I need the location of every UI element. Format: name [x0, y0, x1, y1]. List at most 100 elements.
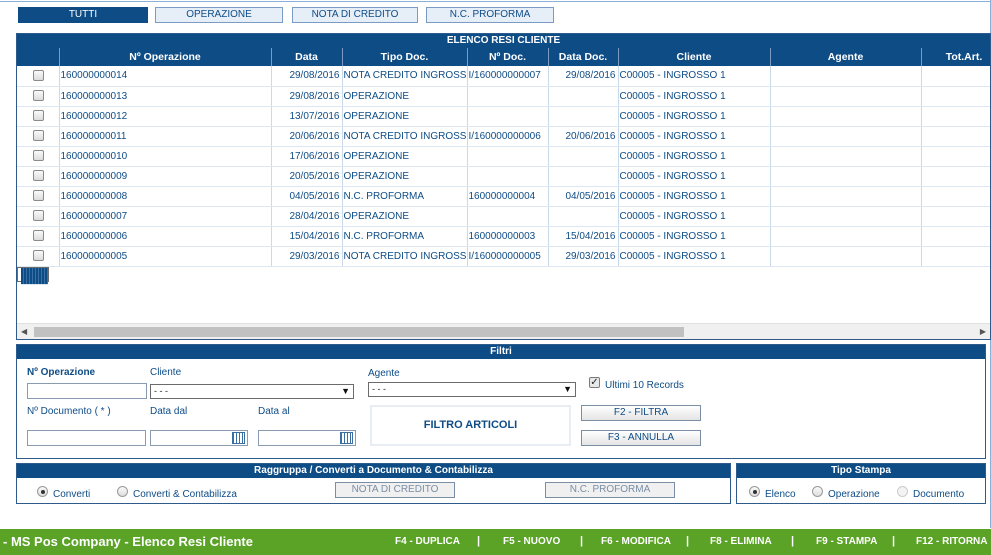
annulla-button[interactable]: F3 - ANNULLA [581, 430, 701, 446]
num-operazione-cell: 160000000014 [59, 66, 272, 87]
data-doc-cell [548, 206, 619, 227]
page: { "tabs": ["TUTTI", "OPERAZIONE", "NOTA … [0, 0, 991, 555]
nc-proforma-button[interactable]: N.C. PROFORMA [545, 482, 675, 498]
row-checkbox[interactable] [33, 110, 44, 122]
operazione-radio[interactable] [812, 486, 823, 497]
num-documento-label: Nº Documento ( * ) [27, 406, 111, 417]
agente-select[interactable]: - - - ▼ [368, 382, 576, 397]
table-row[interactable]: 160000000011 20/06/2016 NOTA CREDITO INGRO… [17, 126, 990, 147]
num-doc-cell: I/160000000006 [467, 126, 549, 147]
col-header-data-doc[interactable]: Data Doc. [548, 48, 619, 66]
returns-grid-panel: ELENCO RESI CLIENTE Nº Operazione Data T… [16, 33, 991, 340]
row-checkbox[interactable] [33, 250, 44, 262]
ultimi-10-checkbox[interactable]: ✓ [589, 377, 600, 388]
ritorna-key[interactable]: F12 - RITORNA [916, 536, 988, 547]
data-cell: 20/05/2016 [271, 166, 343, 187]
data-al-input[interactable] [258, 430, 356, 446]
col-header-tipo-doc[interactable]: Tipo Doc. [342, 48, 468, 66]
agente-cell [770, 106, 922, 127]
tab-nc-proforma[interactable]: N.C. PROFORMA [426, 7, 554, 23]
col-header-data[interactable]: Data [271, 48, 343, 66]
converti-contabilizza-radio[interactable] [117, 486, 128, 497]
data-dal-input[interactable] [150, 430, 248, 446]
cliente-select[interactable]: - - - ▼ [150, 384, 354, 399]
tot-art-cell [921, 146, 990, 167]
num-operazione-cell: 160000000011 [59, 126, 272, 147]
filtra-button[interactable]: F2 - FILTRA [581, 405, 701, 421]
stampa-key[interactable]: F9 - STAMPA [816, 536, 877, 547]
modifica-key[interactable]: F6 - MODIFICA [601, 536, 671, 547]
documento-label: Documento [913, 489, 965, 500]
tipo-doc-cell: N.C. PROFORMA [342, 226, 468, 247]
tipo-doc-cell: NOTA CREDITO INGROSSO [342, 66, 468, 87]
table-row[interactable]: 160000000005 29/03/2016 NOTA CREDITO INGRO… [17, 246, 990, 267]
agente-select-value: - - - [372, 384, 386, 394]
scrollbar-thumb[interactable] [34, 327, 684, 337]
converti-radio[interactable] [37, 486, 48, 497]
table-row[interactable]: 160000000012 13/07/2016 OPERAZIONE C00005 -… [17, 106, 990, 127]
table-row[interactable]: 160000000014 29/08/2016 NOTA CREDITO INGRO… [17, 66, 990, 87]
empty-cell [44, 267, 48, 285]
filtro-articoli-button[interactable]: FILTRO ARTICOLI [370, 405, 571, 446]
elimina-key[interactable]: F8 - ELIMINA [710, 536, 772, 547]
col-header-agente[interactable]: Agente [770, 48, 922, 66]
cliente-cell: C00005 - INGROSSO 1 [618, 86, 771, 107]
tab-operazione[interactable]: OPERAZIONE [155, 7, 283, 23]
row-checkbox[interactable] [33, 190, 44, 202]
num-operazione-cell: 160000000007 [59, 206, 272, 227]
table-row[interactable]: 160000000010 17/06/2016 OPERAZIONE C00005 -… [17, 146, 990, 167]
filters-panel: Filtri Nº Operazione Cliente - - - ▼ Age… [16, 344, 986, 459]
num-doc-cell [467, 86, 549, 107]
row-select-cell [17, 66, 60, 87]
grid-title: ELENCO RESI CLIENTE [17, 34, 990, 48]
table-row[interactable]: 160000000007 28/04/2016 OPERAZIONE C00005 -… [17, 206, 990, 227]
elenco-radio[interactable] [749, 486, 760, 497]
elenco-label: Elenco [765, 489, 796, 500]
col-header-cliente[interactable]: Cliente [618, 48, 771, 66]
num-operazione-input[interactable] [27, 383, 147, 399]
row-checkbox[interactable] [33, 230, 44, 242]
data-doc-cell [548, 86, 619, 107]
data-cell: 29/08/2016 [271, 86, 343, 107]
row-checkbox[interactable] [33, 130, 44, 142]
col-header-num-doc[interactable]: Nº Doc. [467, 48, 549, 66]
tab-nota-di-credito[interactable]: NOTA DI CREDITO [292, 7, 418, 23]
row-checkbox[interactable] [33, 70, 44, 82]
col-header-operazione[interactable]: Nº Operazione [59, 48, 272, 66]
tot-art-cell [921, 66, 990, 87]
table-row[interactable]: 160000000013 29/08/2016 OPERAZIONE C00005 -… [17, 86, 990, 107]
row-checkbox[interactable] [33, 90, 44, 102]
num-doc-cell: I/160000000007 [467, 66, 549, 87]
row-checkbox[interactable] [33, 150, 44, 162]
agente-cell [770, 186, 922, 207]
table-row[interactable]: 160000000006 15/04/2016 N.C. PROFORMA 16000… [17, 226, 990, 247]
converti-contabilizza-label: Converti & Contabilizza [133, 489, 237, 500]
calendar-icon[interactable] [340, 432, 353, 444]
table-row[interactable]: 160000000008 04/05/2016 N.C. PROFORMA 16000… [17, 186, 990, 207]
num-operazione-cell: 160000000006 [59, 226, 272, 247]
row-checkbox[interactable] [33, 210, 44, 222]
nota-di-credito-button[interactable]: NOTA DI CREDITO [335, 482, 455, 498]
cliente-cell: C00005 - INGROSSO 1 [618, 246, 771, 267]
selected-empty-row[interactable] [17, 266, 49, 285]
num-documento-input[interactable] [27, 430, 146, 446]
num-operazione-cell: 160000000013 [59, 86, 272, 107]
scroll-right-icon[interactable]: ▶ [980, 327, 986, 336]
data-doc-cell [548, 106, 619, 127]
data-al-label: Data al [258, 406, 290, 417]
table-row[interactable]: 160000000009 20/05/2016 OPERAZIONE C00005 -… [17, 166, 990, 187]
horizontal-scrollbar[interactable]: ◀ ▶ [17, 323, 990, 339]
col-header-tot-art[interactable]: Tot.Art. [921, 48, 990, 66]
duplica-key[interactable]: F4 - DUPLICA [395, 536, 460, 547]
scroll-left-icon[interactable]: ◀ [21, 327, 27, 336]
data-doc-cell: 20/06/2016 [548, 126, 619, 147]
separator: | [686, 535, 690, 547]
documento-radio[interactable] [897, 486, 908, 497]
tab-tutti[interactable]: TUTTI [18, 7, 148, 23]
agente-cell [770, 226, 922, 247]
tipo-doc-cell: OPERAZIONE [342, 206, 468, 227]
nuovo-key[interactable]: F5 - NUOVO [503, 536, 560, 547]
table-body: 160000000014 29/08/2016 NOTA CREDITO INGRO… [17, 66, 990, 285]
row-checkbox[interactable] [33, 170, 44, 182]
calendar-icon[interactable] [232, 432, 245, 444]
